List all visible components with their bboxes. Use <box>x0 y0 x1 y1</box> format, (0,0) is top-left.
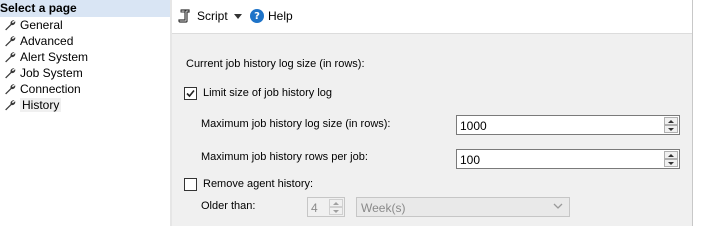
limit-size-label: Limit size of job history log <box>203 87 332 99</box>
wrench-icon <box>5 36 16 47</box>
history-page: Script ? Help Current job history log si… <box>172 0 692 226</box>
remove-history-checkbox[interactable] <box>184 178 197 191</box>
max-log-size-down[interactable] <box>664 125 678 133</box>
max-log-size-up[interactable] <box>664 117 678 125</box>
wrench-icon <box>5 68 16 79</box>
help-label: Help <box>268 9 293 23</box>
section-label: Current job history log size (in rows): <box>186 58 365 70</box>
limit-size-checkbox[interactable] <box>184 87 197 100</box>
checkmark-icon <box>186 89 195 98</box>
page-selector-header: Select a page <box>0 0 170 17</box>
remove-history-label: Remove agent history: <box>203 178 314 190</box>
page-item-label: History <box>20 98 62 112</box>
chevron-down-icon <box>234 13 242 19</box>
period-select[interactable]: Week(s) <box>356 197 570 217</box>
page-item-history[interactable]: History <box>4 97 164 113</box>
page-item-label: General <box>20 18 63 32</box>
page-item-advanced[interactable]: Advanced <box>4 33 164 49</box>
page-item-general[interactable]: General <box>4 17 164 33</box>
max-log-size-value: 1000 <box>460 119 487 133</box>
help-icon: ? <box>250 9 264 23</box>
page-item-label: Advanced <box>20 34 74 48</box>
page-item-alert-system[interactable]: Alert System <box>4 49 164 65</box>
pane-border <box>692 0 693 226</box>
page-selector-title: Select a page <box>0 1 77 15</box>
page-item-label: Job System <box>20 66 83 80</box>
older-than-spinner[interactable]: 4 <box>307 197 345 217</box>
max-rows-per-job-value: 100 <box>460 153 481 167</box>
wrench-icon <box>5 52 16 63</box>
help-button[interactable]: ? Help <box>250 7 293 25</box>
page-selector: Select a page General Advanced Alert Sys… <box>0 0 170 226</box>
wrench-icon <box>5 84 16 95</box>
page-item-label: Connection <box>20 82 81 96</box>
older-than-label: Older than: <box>201 200 256 212</box>
page-item-job-system[interactable]: Job System <box>4 65 164 81</box>
max-rows-per-job-label: Maximum job history rows per job: <box>201 151 368 163</box>
max-rows-per-job-spinner[interactable]: 100 <box>456 149 680 169</box>
max-rows-per-job-down[interactable] <box>664 159 678 167</box>
max-rows-per-job-up[interactable] <box>664 151 678 159</box>
max-log-size-label: Maximum job history log size (in rows): <box>201 118 391 130</box>
page-item-connection[interactable]: Connection <box>4 81 164 97</box>
script-label: Script <box>197 9 228 23</box>
script-dropdown-button[interactable] <box>234 7 244 25</box>
wrench-icon <box>5 100 16 111</box>
page-item-label: Alert System <box>20 50 89 64</box>
script-button[interactable]: Script <box>178 7 228 25</box>
toolbar: Script ? Help <box>172 0 692 34</box>
wrench-icon <box>5 20 16 31</box>
max-log-size-spinner[interactable]: 1000 <box>456 115 680 135</box>
older-than-up[interactable] <box>329 199 343 207</box>
period-value: Week(s) <box>361 201 406 215</box>
script-icon <box>178 9 190 23</box>
chevron-down-icon <box>553 203 563 209</box>
older-than-down[interactable] <box>329 207 343 215</box>
older-than-value: 4 <box>311 201 318 215</box>
